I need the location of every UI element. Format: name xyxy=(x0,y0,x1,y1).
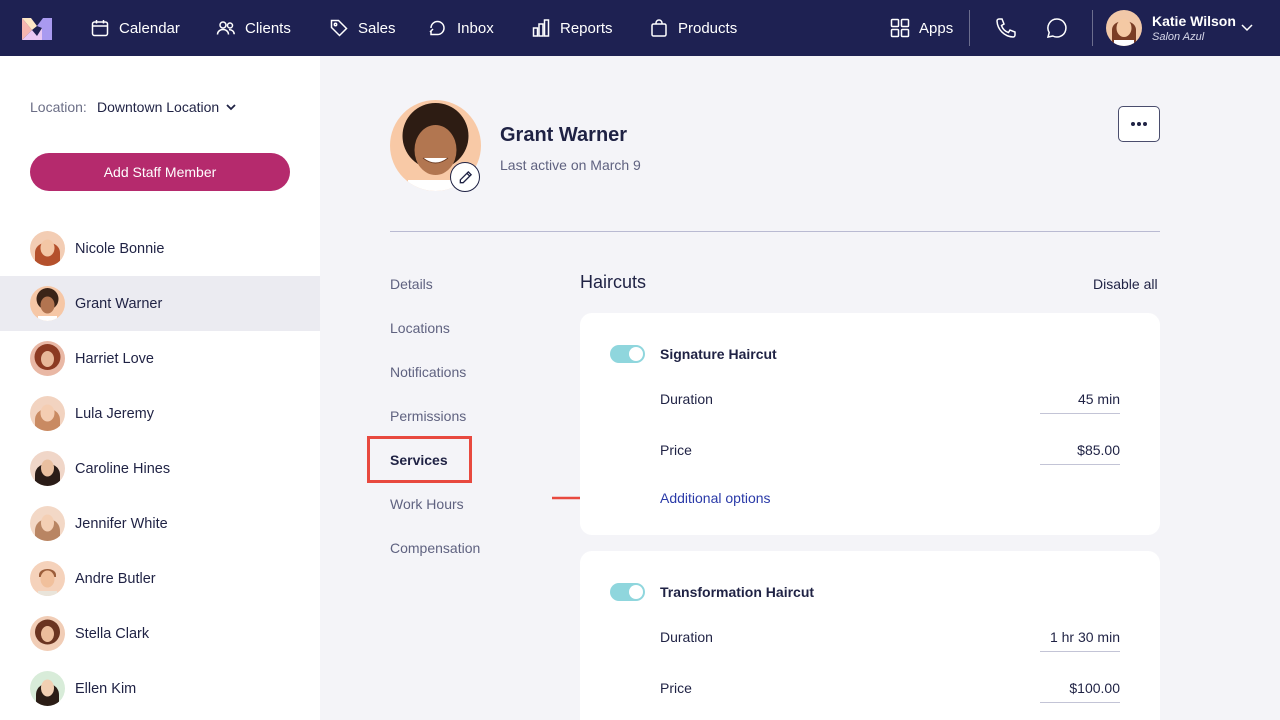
pencil-icon xyxy=(459,170,472,183)
nav-products[interactable]: Products xyxy=(649,0,737,56)
nav-sales-label: Sales xyxy=(358,19,396,37)
nav-calendar[interactable]: Calendar xyxy=(90,0,180,56)
calendar-icon xyxy=(91,20,109,37)
nav-products-label: Products xyxy=(678,19,738,37)
staff-item[interactable]: Lula Jeremy xyxy=(0,386,320,441)
avatar xyxy=(30,451,65,486)
disable-all-link[interactable]: Disable all xyxy=(1093,276,1158,292)
apps-grid-icon xyxy=(890,18,910,38)
tab-permissions[interactable]: Permissions xyxy=(390,408,466,424)
tab-details[interactable]: Details xyxy=(390,276,433,292)
tag-icon xyxy=(330,19,348,37)
tab-compensation[interactable]: Compensation xyxy=(390,540,480,556)
more-options-button[interactable] xyxy=(1118,106,1160,142)
price-label: Price xyxy=(660,442,692,458)
nav-reports[interactable]: Reports xyxy=(531,0,613,56)
staff-name: Lula Jeremy xyxy=(75,405,154,422)
staff-list: Nicole Bonnie Grant Warner Harriet Love … xyxy=(0,221,320,716)
nav-divider xyxy=(969,10,970,46)
service-toggle[interactable] xyxy=(610,583,645,601)
staff-item-selected[interactable]: Grant Warner xyxy=(0,276,320,331)
staff-item[interactable]: Nicole Bonnie xyxy=(0,221,320,276)
more-horizontal-icon xyxy=(1131,122,1147,126)
profile-name: Grant Warner xyxy=(500,124,628,146)
staff-item[interactable]: Caroline Hines xyxy=(0,441,320,496)
inbox-icon xyxy=(429,20,445,36)
staff-sidebar: Location: Downtown Location Add Staff Me… xyxy=(0,56,320,720)
staff-item[interactable]: Stella Clark xyxy=(0,606,320,661)
nav-apps[interactable]: Apps xyxy=(890,0,953,56)
additional-options-link[interactable]: Additional options xyxy=(660,490,771,506)
nav-divider xyxy=(1092,10,1093,46)
nav-inbox-label: Inbox xyxy=(457,19,494,37)
chevron-down-icon xyxy=(226,104,236,111)
nav-clients-label: Clients xyxy=(245,19,291,37)
header-divider xyxy=(390,231,1160,232)
location-value: Downtown Location xyxy=(97,99,220,115)
annotation-highlight-box xyxy=(367,436,472,483)
staff-name: Nicole Bonnie xyxy=(75,240,165,257)
chevron-down-icon[interactable] xyxy=(1240,20,1254,34)
users-icon xyxy=(216,21,235,35)
user-avatar[interactable] xyxy=(1106,10,1142,46)
user-name[interactable]: Katie Wilson xyxy=(1152,13,1236,29)
nav-clients[interactable]: Clients xyxy=(216,0,291,56)
edit-photo-button[interactable] xyxy=(450,162,480,192)
section-title: Haircuts xyxy=(580,272,647,292)
user-organization: Salon Azul xyxy=(1152,31,1205,43)
avatar xyxy=(30,671,65,706)
location-label: Location: xyxy=(30,99,87,115)
phone-icon[interactable] xyxy=(994,16,1018,40)
staff-name: Stella Clark xyxy=(75,625,150,642)
avatar xyxy=(30,286,65,321)
staff-name: Andre Butler xyxy=(75,570,156,587)
avatar xyxy=(30,506,65,541)
chat-icon[interactable] xyxy=(1045,16,1069,40)
tab-locations[interactable]: Locations xyxy=(390,320,450,336)
service-card: Signature Haircut Duration Price Additio… xyxy=(580,313,1160,535)
app-logo[interactable] xyxy=(22,16,52,40)
staff-item[interactable]: Andre Butler xyxy=(0,551,320,606)
avatar xyxy=(30,616,65,651)
staff-name: Ellen Kim xyxy=(75,680,137,697)
price-field[interactable] xyxy=(1040,442,1120,465)
tab-notifications[interactable]: Notifications xyxy=(390,364,466,380)
avatar xyxy=(30,341,65,376)
nav-sales[interactable]: Sales xyxy=(329,0,396,56)
nav-calendar-label: Calendar xyxy=(119,19,180,37)
last-active-text: Last active on March 9 xyxy=(500,157,641,173)
staff-name: Harriet Love xyxy=(75,350,154,367)
duration-label: Duration xyxy=(660,629,713,645)
nav-reports-label: Reports xyxy=(560,19,613,37)
avatar xyxy=(30,561,65,596)
add-staff-member-button[interactable]: Add Staff Member xyxy=(30,153,290,191)
duration-field[interactable] xyxy=(1040,391,1120,414)
nav-inbox[interactable]: Inbox xyxy=(428,0,494,56)
bar-chart-icon xyxy=(532,19,550,37)
service-toggle[interactable] xyxy=(610,345,645,363)
service-card: Transformation Haircut Duration Price xyxy=(580,551,1160,720)
staff-item[interactable]: Ellen Kim xyxy=(0,661,320,716)
staff-name: Caroline Hines xyxy=(75,460,171,477)
staff-name: Jennifer White xyxy=(75,515,168,532)
service-name: Signature Haircut xyxy=(660,346,777,362)
location-selector[interactable]: Downtown Location xyxy=(97,99,237,115)
price-field[interactable] xyxy=(1040,680,1120,703)
top-navigation-bar: Calendar Clients Sales Inbox Reports Pro… xyxy=(0,0,1280,56)
staff-item[interactable]: Jennifer White xyxy=(0,496,320,551)
shopping-bag-icon xyxy=(651,19,667,37)
staff-item[interactable]: Harriet Love xyxy=(0,331,320,386)
tab-work-hours[interactable]: Work Hours xyxy=(390,496,464,512)
avatar xyxy=(30,231,65,266)
duration-field[interactable] xyxy=(1040,629,1120,652)
price-label: Price xyxy=(660,680,692,696)
staff-name: Grant Warner xyxy=(75,295,163,312)
duration-label: Duration xyxy=(660,391,713,407)
avatar xyxy=(30,396,65,431)
service-name: Transformation Haircut xyxy=(660,584,815,600)
nav-apps-label: Apps xyxy=(919,19,954,37)
